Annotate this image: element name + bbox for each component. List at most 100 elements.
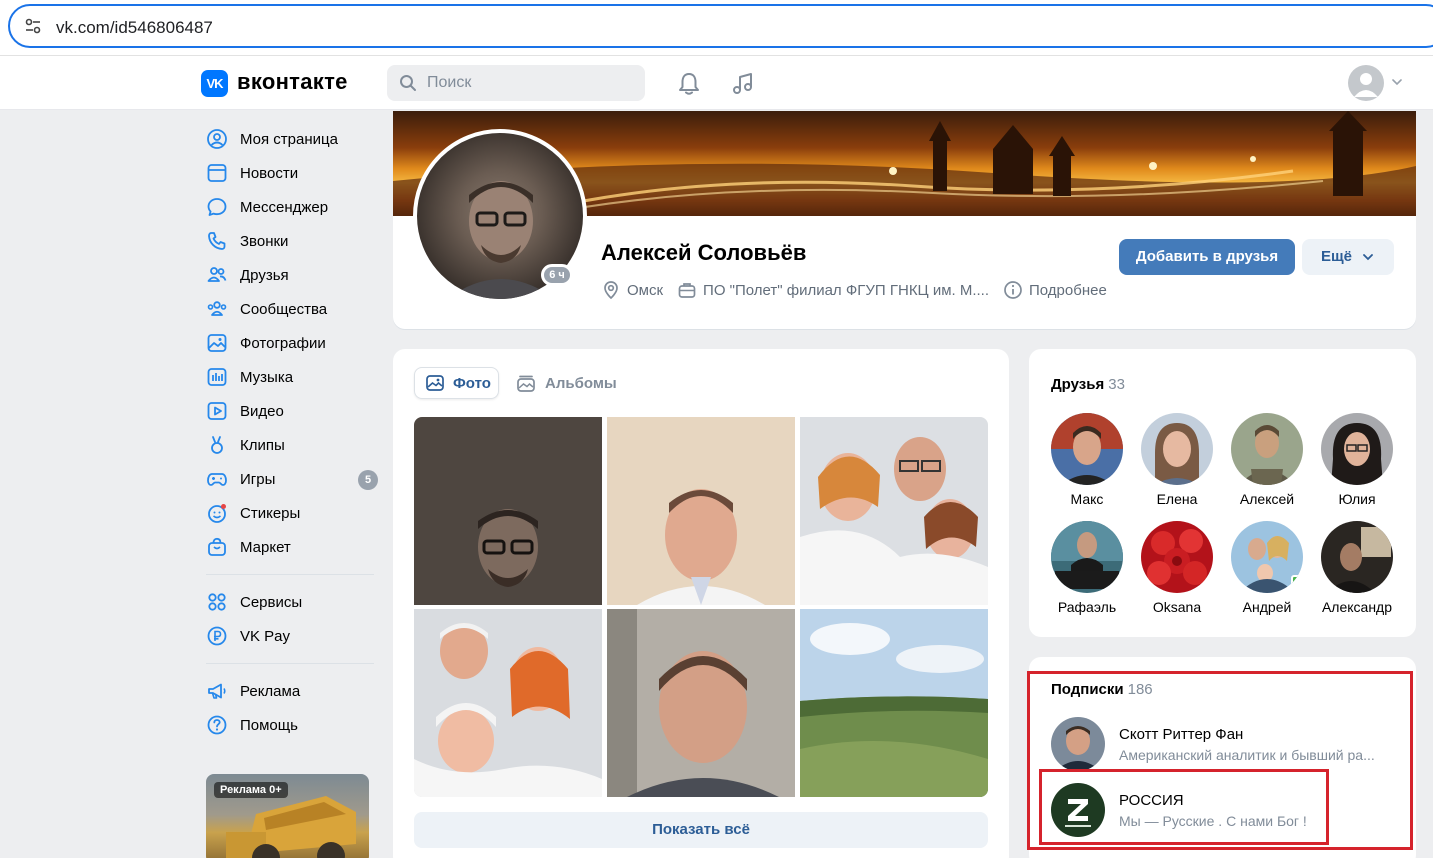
site-settings-icon[interactable]	[24, 17, 42, 35]
profile-work[interactable]: ПО "Полет" филиал ФГУП ГНКЦ им. М....	[677, 280, 989, 300]
sidebar-item-games[interactable]: Игры 5	[196, 462, 386, 496]
friend-item[interactable]: Алексей	[1222, 413, 1312, 507]
default-avatar-icon	[1354, 73, 1378, 97]
photo-image	[800, 609, 988, 797]
subscription-z-logo	[1051, 783, 1105, 837]
sidebar-item-label: Звонки	[240, 232, 289, 250]
megaphone-icon	[206, 680, 228, 702]
friend-avatar	[1141, 521, 1213, 593]
ad-banner[interactable]: Реклама 0+	[206, 774, 369, 858]
albums-icon	[517, 375, 535, 392]
subscriptions-count: 186	[1127, 681, 1153, 698]
tab-albums[interactable]: Альбомы	[515, 367, 617, 399]
friend-photo	[1051, 413, 1123, 485]
sidebar-item-stickers[interactable]: Стикеры	[196, 496, 386, 530]
site-header: VK вконтакте Поиск	[0, 56, 1433, 110]
photo-thumbnail[interactable]	[414, 609, 602, 797]
logo-text[interactable]: вконтакте	[237, 69, 348, 95]
photo-thumbnail[interactable]	[414, 417, 602, 605]
photo-icon	[426, 375, 444, 391]
user-avatar[interactable]	[1348, 65, 1384, 101]
sidebar-item-label: Моя страница	[240, 130, 338, 148]
sidebar-item-communities[interactable]: Сообщества	[196, 292, 386, 326]
friend-name: Макс	[1070, 491, 1104, 507]
left-sidebar: Моя страница Новости Мессенджер Звонки Д…	[196, 122, 386, 742]
subscriptions-title[interactable]: Подписки 186	[1051, 681, 1153, 698]
photo-thumbnail[interactable]	[607, 609, 795, 797]
location-pin-icon	[604, 281, 618, 300]
sidebar-item-friends[interactable]: Друзья	[196, 258, 386, 292]
subscriptions-title-text: Подписки	[1051, 681, 1124, 698]
friend-photo	[1141, 521, 1213, 593]
url-field[interactable]: vk.com/id546806487	[8, 4, 1433, 48]
friends-title-text: Друзья	[1051, 376, 1105, 393]
profile-city: Омск	[601, 280, 663, 300]
sidebar-item-music[interactable]: Музыка	[196, 360, 386, 394]
photo-thumbnail[interactable]	[607, 417, 795, 605]
ad-label: Реклама 0+	[214, 782, 288, 798]
help-icon	[206, 714, 228, 736]
sidebar-item-video[interactable]: Видео	[196, 394, 386, 428]
search-input[interactable]: Поиск	[387, 65, 645, 101]
subscription-item[interactable]: РОССИЯ Мы — Русские . С нами Бог !	[1051, 783, 1401, 839]
photo-thumbnail[interactable]	[800, 417, 988, 605]
more-actions-button[interactable]: Ещё	[1302, 239, 1394, 275]
info-icon	[1004, 281, 1022, 299]
friend-item[interactable]: Андрей	[1222, 521, 1312, 615]
friend-item[interactable]: Рафаэль	[1042, 521, 1132, 615]
sidebar-item-calls[interactable]: Звонки	[196, 224, 386, 258]
friend-item[interactable]: Юлия	[1312, 413, 1402, 507]
chevron-down-icon	[1363, 254, 1373, 261]
last-seen-badge: 6 ч	[541, 264, 573, 286]
vk-logo-icon[interactable]: VK	[201, 70, 228, 97]
friend-photo	[1231, 413, 1303, 485]
sidebar-item-messenger[interactable]: Мессенджер	[196, 190, 386, 224]
sidebar-item-vk-pay[interactable]: VK Pay	[196, 619, 386, 653]
sidebar-item-label: Маркет	[240, 538, 291, 556]
friend-name: Александр	[1321, 599, 1393, 615]
bell-icon[interactable]	[678, 72, 700, 96]
games-count-badge: 5	[358, 470, 378, 490]
chevron-down-icon[interactable]	[1391, 78, 1403, 86]
sidebar-item-ads[interactable]: Реклама	[196, 674, 386, 708]
profile-city-text: Омск	[627, 281, 664, 299]
subscription-item[interactable]: Скотт Риттер Фан Американский аналитик и…	[1051, 717, 1401, 773]
add-friend-button[interactable]: Добавить в друзья	[1119, 239, 1295, 275]
music-note-icon[interactable]	[731, 72, 755, 96]
friend-item[interactable]: Александр	[1312, 521, 1402, 615]
friend-item[interactable]: Елена	[1132, 413, 1222, 507]
tab-photos[interactable]: Фото	[414, 367, 499, 399]
photo-image	[800, 417, 988, 605]
sidebar-item-news[interactable]: Новости	[196, 156, 386, 190]
grid-icon	[206, 591, 228, 613]
sidebar-item-label: Музыка	[240, 368, 294, 386]
phone-icon	[206, 230, 228, 252]
show-all-photos-button[interactable]: Показать всё	[414, 812, 988, 848]
photo-image	[414, 417, 602, 605]
photo-grid	[414, 417, 988, 797]
sidebar-item-services[interactable]: Сервисы	[196, 585, 386, 619]
sidebar-item-my-page[interactable]: Моя страница	[196, 122, 386, 156]
profile-details-link[interactable]: Подробнее	[1003, 280, 1107, 300]
friend-item[interactable]: Макс	[1042, 413, 1132, 507]
friends-title[interactable]: Друзья 33	[1051, 376, 1125, 393]
sidebar-item-clips[interactable]: Клипы	[196, 428, 386, 462]
sidebar-item-label: Клипы	[240, 436, 285, 454]
subscription-description: Мы — Русские . С нами Бог !	[1119, 813, 1307, 829]
subscription-avatar	[1051, 717, 1105, 771]
sidebar-item-market[interactable]: Маркет	[196, 530, 386, 564]
chat-bubble-icon	[206, 196, 228, 218]
news-icon	[206, 162, 228, 184]
user-circle-icon	[206, 128, 228, 150]
friend-avatar	[1231, 413, 1303, 485]
friend-name: Алексей	[1239, 491, 1295, 507]
sidebar-item-help[interactable]: Помощь	[196, 708, 386, 742]
photo-thumbnail[interactable]	[800, 609, 988, 797]
sidebar-item-photos[interactable]: Фотографии	[196, 326, 386, 360]
friend-item[interactable]: Oksana	[1132, 521, 1222, 615]
communities-icon	[206, 298, 228, 320]
sidebar-divider	[206, 574, 374, 575]
url-text: vk.com/id546806487	[56, 18, 213, 37]
subscription-photo	[1051, 717, 1105, 771]
mobile-online-icon	[1291, 575, 1301, 589]
